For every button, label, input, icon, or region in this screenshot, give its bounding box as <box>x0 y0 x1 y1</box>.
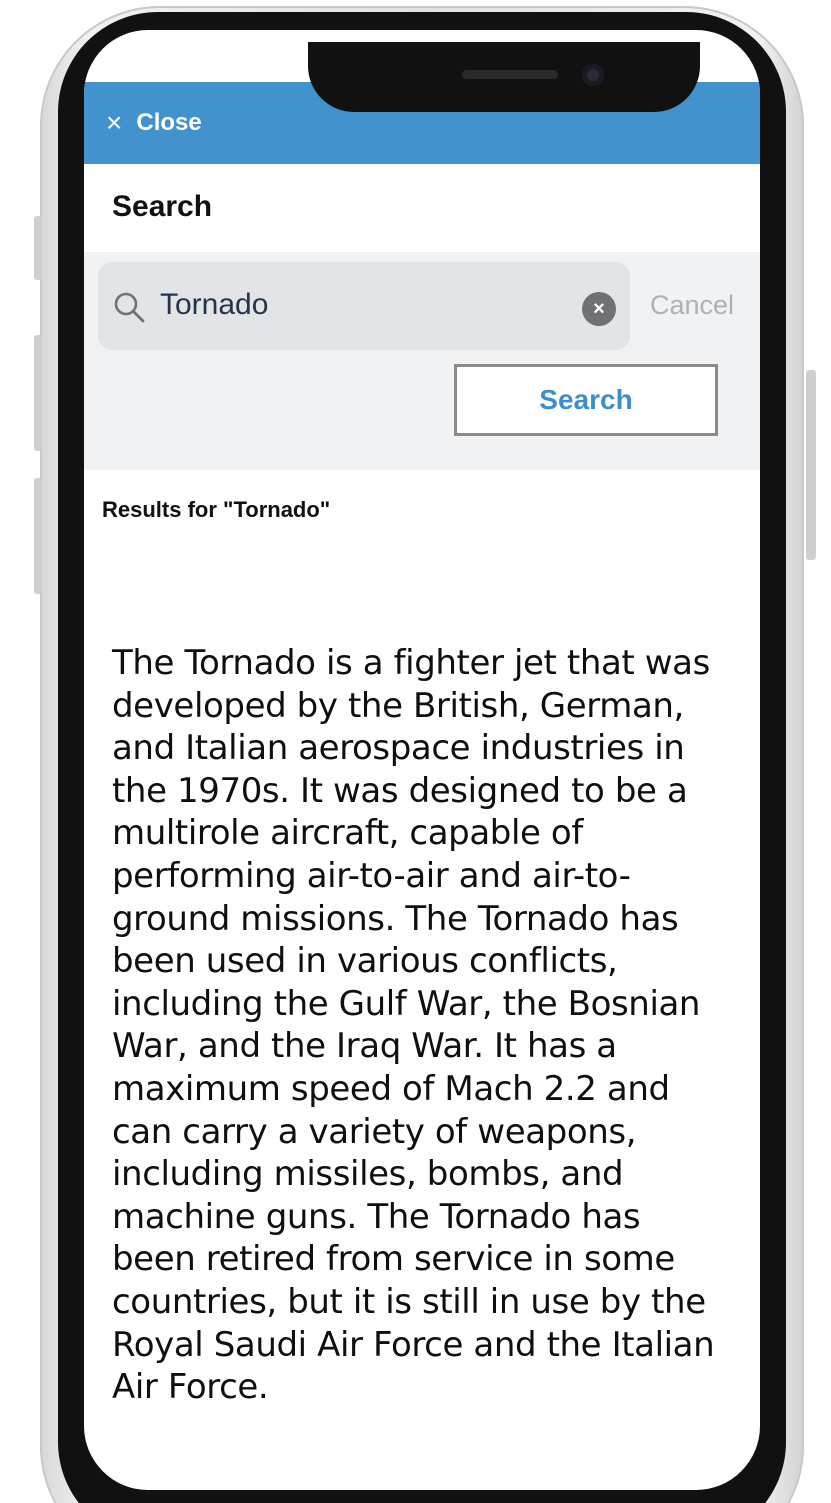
front-camera <box>582 64 604 86</box>
close-icon: × <box>106 107 123 138</box>
results-heading: Results for "Tornado" <box>102 497 331 522</box>
close-button[interactable]: × Close <box>106 108 202 138</box>
phone-mockup: × Close Search × Cancel Search Results f… <box>0 0 831 1503</box>
clear-search-icon[interactable]: × <box>582 292 616 326</box>
search-input[interactable] <box>160 288 560 322</box>
phone-side-button <box>34 335 42 451</box>
phone-power-button <box>806 370 816 560</box>
phone-speaker <box>462 70 558 79</box>
search-header: Search <box>84 164 760 252</box>
phone-side-button <box>34 478 42 594</box>
page-title: Search <box>112 190 213 223</box>
search-panel: × Cancel Search <box>84 252 760 470</box>
cancel-button[interactable]: Cancel <box>650 290 734 321</box>
search-icon <box>114 292 145 323</box>
result-body-text: The Tornado is a fighter jet that was de… <box>112 643 715 1408</box>
search-button[interactable]: Search <box>454 364 718 436</box>
app-screen: × Close Search × Cancel Search Results f… <box>84 30 760 1490</box>
phone-side-button <box>34 216 42 280</box>
close-label: Close <box>136 109 202 136</box>
search-bar[interactable]: × <box>98 262 630 350</box>
